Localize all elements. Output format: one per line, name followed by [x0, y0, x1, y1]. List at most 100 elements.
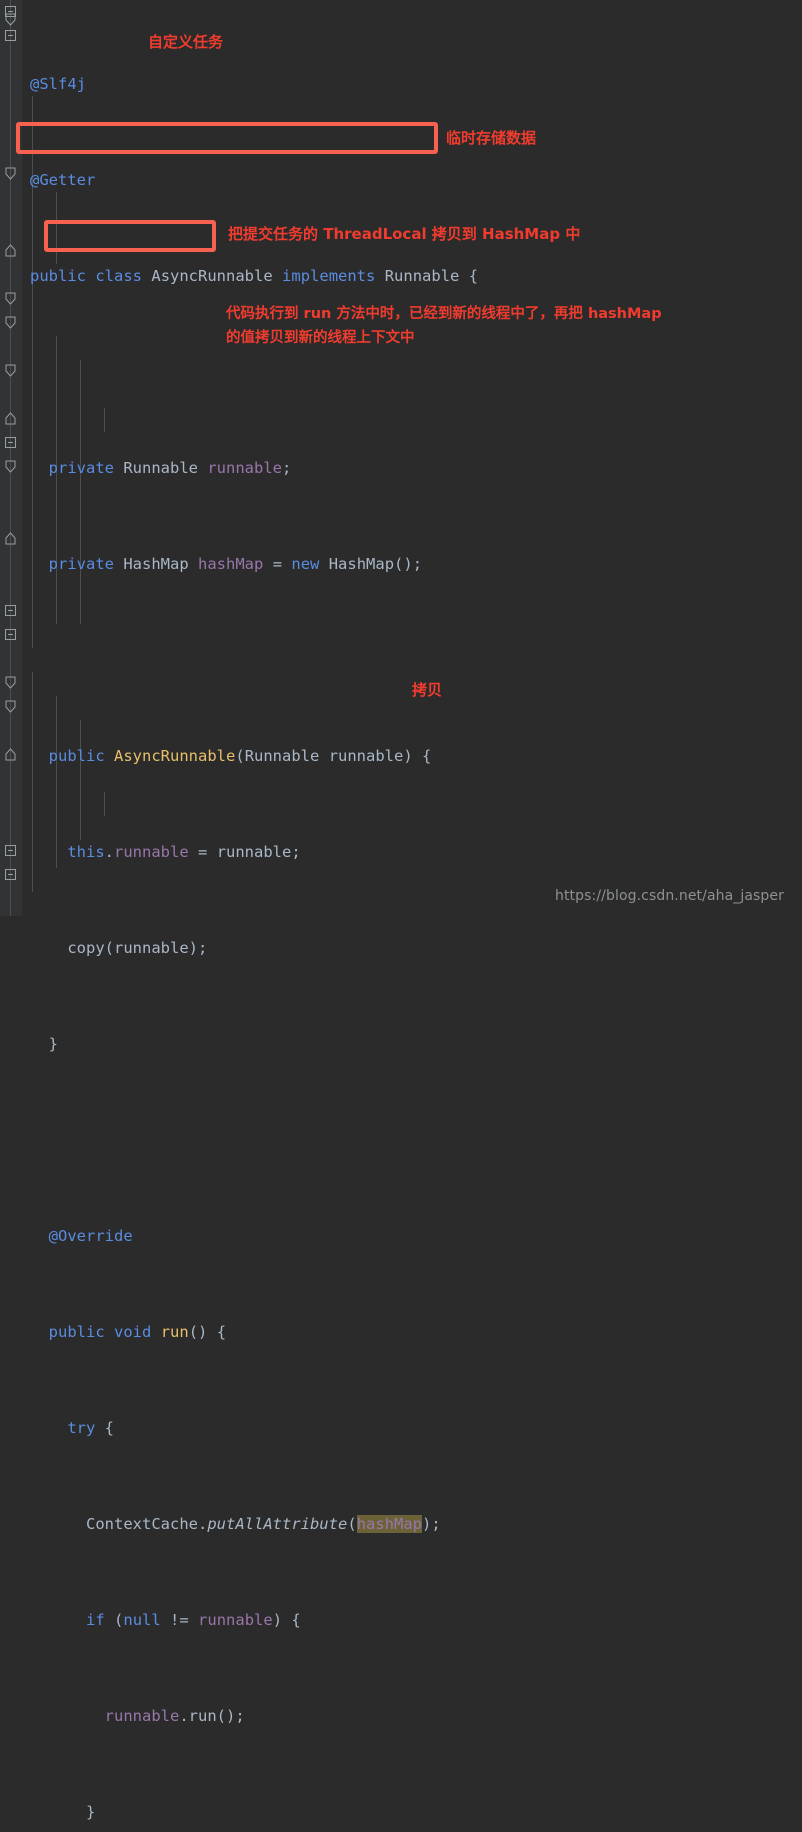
- token-paren: ): [403, 747, 413, 765]
- token-field-hashmap-highlighted: hashMap: [356, 1515, 422, 1533]
- token-keyword-this: this: [67, 843, 105, 861]
- fold-arrow-down-icon[interactable]: [3, 12, 18, 27]
- code-line-blank[interactable]: [22, 648, 802, 672]
- token-method-run: run: [160, 1323, 189, 1341]
- token-parens: ();: [394, 555, 423, 573]
- token-dot: .: [104, 843, 114, 861]
- code-line[interactable]: @Getter: [22, 168, 802, 192]
- code-line[interactable]: if (null != runnable) {: [22, 1608, 802, 1632]
- token-keyword-try: try: [67, 1419, 96, 1437]
- token-brace: {: [216, 1323, 227, 1341]
- code-line-blank[interactable]: [22, 1128, 802, 1152]
- fold-arrow-down-icon[interactable]: [3, 166, 18, 181]
- code-line-blank[interactable]: [22, 360, 802, 384]
- code-line[interactable]: private Runnable runnable;: [22, 456, 802, 480]
- token-brace: {: [422, 747, 432, 765]
- token-type-hashmap: HashMap: [328, 555, 395, 573]
- token-keyword-public: public: [30, 267, 86, 285]
- code-line[interactable]: ContextCache.putAllAttribute(hashMap);: [22, 1512, 802, 1536]
- token-neq: !=: [170, 1611, 189, 1629]
- fold-minus-icon[interactable]: [3, 627, 18, 642]
- code-line[interactable]: public AsyncRunnable(Runnable runnable) …: [22, 744, 802, 768]
- token-type-runnable: Runnable: [244, 747, 320, 765]
- token-keyword-null: null: [123, 1611, 161, 1629]
- token-dot: .: [197, 1515, 208, 1533]
- token-param-runnable: runnable: [114, 939, 189, 957]
- code-line[interactable]: try {: [22, 1416, 802, 1440]
- annotation-threadlocal-copy: 把提交任务的 ThreadLocal 拷贝到 HashMap 中: [228, 225, 581, 243]
- fold-arrow-up-icon[interactable]: [3, 243, 18, 258]
- code-line[interactable]: this.runnable = runnable;: [22, 840, 802, 864]
- token-keyword-private: private: [48, 459, 114, 477]
- token-parens: ();: [216, 1707, 245, 1725]
- token-method-run: run: [188, 1707, 217, 1725]
- token-keyword-class: class: [95, 267, 143, 285]
- code-line[interactable]: public void run() {: [22, 1320, 802, 1344]
- fold-arrow-down-icon[interactable]: [3, 315, 18, 330]
- token-annotation-override: @Override: [48, 1227, 133, 1245]
- token-equals: =: [198, 843, 208, 861]
- code-content[interactable]: @Slf4j @Getter public class AsyncRunnabl…: [22, 0, 802, 1821]
- token-paren: (: [347, 1515, 357, 1533]
- fold-arrow-up-icon[interactable]: [3, 747, 18, 762]
- token-paren: (: [104, 939, 114, 957]
- fold-arrow-up-icon[interactable]: [3, 531, 18, 546]
- annotation-run-explain-line1: 代码执行到 run 方法中时，已经到新的线程中了，再把 hashMap: [226, 306, 662, 322]
- code-line[interactable]: @Override: [22, 1224, 802, 1248]
- token-brace: }: [86, 1803, 96, 1821]
- token-field-runnable: runnable: [207, 459, 282, 477]
- token-type-hashmap: HashMap: [123, 555, 189, 573]
- token-paren: ): [272, 1611, 283, 1629]
- token-field-runnable: runnable: [198, 1611, 273, 1629]
- fold-minus-icon[interactable]: [3, 28, 18, 43]
- token-equals: =: [272, 555, 283, 573]
- editor-gutter[interactable]: [0, 0, 22, 916]
- code-line[interactable]: public class AsyncRunnable implements Ru…: [22, 264, 802, 288]
- fold-arrow-down-icon[interactable]: [3, 675, 18, 690]
- token-keyword-implements: implements: [282, 267, 376, 285]
- token-annotation-getter: @Getter: [30, 171, 96, 189]
- token-keyword-if: if: [86, 1611, 105, 1629]
- fold-minus-icon[interactable]: [3, 867, 18, 882]
- token-constructor-asyncrunnable: AsyncRunnable: [114, 747, 236, 765]
- fold-arrow-down-icon[interactable]: [3, 699, 18, 714]
- fold-arrow-up-icon[interactable]: [3, 411, 18, 426]
- token-keyword-public: public: [48, 747, 105, 765]
- token-param-runnable: runnable: [216, 843, 292, 861]
- code-line[interactable]: }: [22, 1800, 802, 1824]
- token-paren: (: [114, 1611, 124, 1629]
- token-field-hashmap: hashMap: [198, 555, 264, 573]
- token-keyword-new: new: [291, 555, 320, 573]
- token-paren: (: [235, 747, 245, 765]
- token-field-runnable: runnable: [104, 1707, 180, 1725]
- annotation-custom-task: 自定义任务: [148, 33, 224, 51]
- fold-arrow-down-icon[interactable]: [3, 459, 18, 474]
- fold-arrow-down-icon[interactable]: [3, 291, 18, 306]
- token-type-contextcache: ContextCache: [86, 1515, 198, 1533]
- code-line[interactable]: runnable.run();: [22, 1704, 802, 1728]
- code-editor[interactable]: @Slf4j @Getter public class AsyncRunnabl…: [0, 0, 802, 1821]
- code-line[interactable]: @Slf4j: [22, 72, 802, 96]
- token-brace: {: [291, 1611, 301, 1629]
- token-type-asyncrunnable: AsyncRunnable: [151, 267, 273, 285]
- token-field-runnable: runnable: [114, 843, 189, 861]
- token-paren: );: [188, 939, 208, 957]
- token-paren: );: [421, 1515, 441, 1533]
- fold-rail: [10, 0, 11, 916]
- fold-minus-icon[interactable]: [3, 435, 18, 450]
- annotation-run-explain-line2: 的值拷贝到新的线程上下文中: [226, 330, 415, 346]
- token-type-runnable: Runnable: [384, 267, 460, 285]
- fold-minus-icon[interactable]: [3, 843, 18, 858]
- token-keyword-private: private: [48, 555, 114, 573]
- token-keyword-public: public: [48, 1323, 105, 1341]
- annotation-temp-storage: 临时存储数据: [446, 129, 537, 147]
- watermark-url: https://blog.csdn.net/aha_jasper: [554, 888, 784, 904]
- fold-minus-icon[interactable]: [3, 603, 18, 618]
- token-dot: .: [179, 1707, 189, 1725]
- code-line[interactable]: }: [22, 1032, 802, 1056]
- fold-arrow-down-icon[interactable]: [3, 363, 18, 378]
- code-line-hashmap-field[interactable]: private HashMap hashMap = new HashMap();: [22, 552, 802, 576]
- code-line-copy-call[interactable]: copy(runnable);: [22, 936, 802, 960]
- token-annotation-slf4j: @Slf4j: [30, 75, 86, 93]
- token-type-runnable: Runnable: [123, 459, 198, 477]
